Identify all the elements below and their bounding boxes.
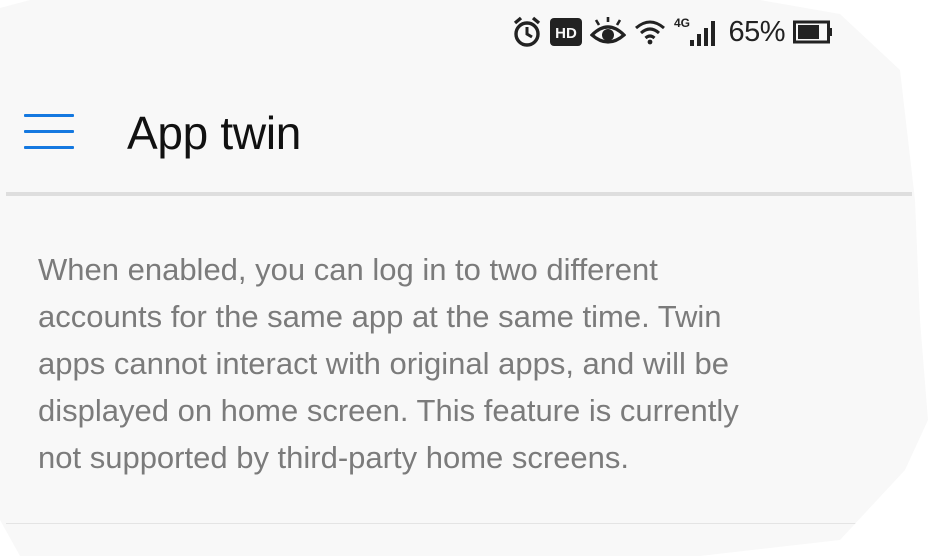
- wifi-icon: [634, 19, 666, 45]
- description-text: When enabled, you can log in to two diff…: [38, 246, 898, 481]
- 4g-signal-icon: 4G: [674, 16, 720, 48]
- description-line: not supported by third-party home screen…: [38, 440, 630, 475]
- svg-text:4G: 4G: [674, 16, 690, 30]
- description-line: displayed on home screen. This feature i…: [38, 393, 739, 428]
- description-line: accounts for the same app at the same ti…: [38, 299, 722, 334]
- eye-comfort-icon: [590, 17, 627, 47]
- description-line: apps cannot interact with original apps,…: [38, 346, 730, 381]
- battery-icon: [793, 19, 833, 45]
- hamburger-menu-icon[interactable]: [22, 112, 76, 152]
- header-divider: [6, 192, 912, 196]
- alarm-icon: [512, 16, 542, 48]
- description-line: When enabled, you can log in to two diff…: [38, 252, 658, 287]
- phone-screen: HD 4G 65% App twin When enabled, you can…: [0, 0, 928, 556]
- status-bar: HD 4G 65%: [512, 14, 833, 50]
- app-header: App twin: [0, 92, 928, 188]
- svg-text:HD: HD: [556, 25, 578, 42]
- section-divider: [6, 523, 912, 524]
- battery-percent: 65%: [728, 15, 785, 48]
- page-title: App twin: [127, 107, 302, 159]
- hd-icon: HD: [550, 18, 583, 46]
